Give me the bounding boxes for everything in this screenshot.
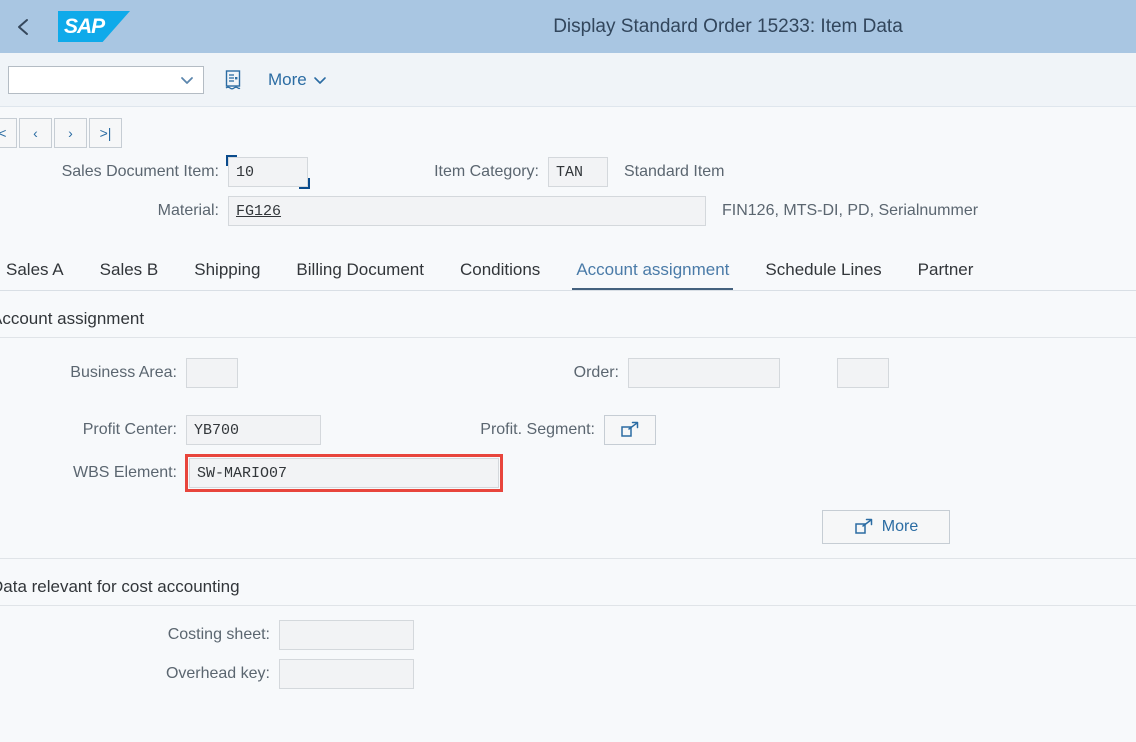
tab-account-assignment[interactable]: Account assignment: [558, 260, 747, 290]
tab-partner[interactable]: Partner: [900, 260, 992, 290]
business-area-row: Business Area: Order:: [0, 358, 1136, 388]
back-button[interactable]: [0, 5, 48, 49]
overhead-key-label: Overhead key:: [165, 665, 270, 682]
document-icon-button[interactable]: [218, 65, 248, 95]
sales-document-item-row: Sales Document Item: 10 Item Category: T…: [0, 155, 1136, 189]
sap-logo-text: SAP: [64, 14, 105, 38]
chevron-down-icon: [181, 76, 193, 84]
business-area-label: Business Area:: [70, 364, 177, 381]
material-input[interactable]: FG126: [228, 196, 706, 226]
wbs-element-label: WBS Element:: [72, 464, 177, 481]
last-record-button[interactable]: >|: [89, 118, 122, 148]
order-label: Order:: [573, 364, 619, 381]
sales-document-item-input[interactable]: 10: [226, 155, 310, 189]
wbs-element-row: WBS Element: SW-MARIO07: [0, 454, 1136, 492]
overhead-key-row: Overhead key:: [0, 659, 1136, 689]
first-record-button[interactable]: |<: [0, 118, 17, 148]
material-row: Material: FG126 FIN126, MTS-DI, PD, Seri…: [0, 196, 1136, 226]
profit-center-row: Profit Center: YB700 Profit. Segment:: [0, 415, 1136, 445]
next-record-button[interactable]: ›: [54, 118, 87, 148]
item-category-description: Standard Item: [624, 163, 725, 180]
document-icon: [225, 69, 241, 89]
tab-sales-b[interactable]: Sales B: [82, 260, 177, 290]
shell-header: SAP Display Standard Order 15233: Item D…: [0, 0, 1136, 53]
record-navigation-bar: |< ‹ › >|: [0, 107, 1136, 151]
tab-sales-a[interactable]: Sales A: [0, 260, 82, 290]
costing-sheet-input[interactable]: [279, 620, 414, 650]
material-link[interactable]: FG126: [236, 203, 281, 220]
chevron-left-icon: [18, 18, 28, 35]
item-category-label: Item Category:: [434, 163, 539, 180]
open-in-new-icon: [855, 518, 873, 534]
order-extra-input[interactable]: [837, 358, 889, 388]
chevron-down-icon: [313, 76, 326, 84]
tab-conditions[interactable]: Conditions: [442, 260, 558, 290]
previous-record-button[interactable]: ‹: [19, 118, 52, 148]
sales-document-item-label: Sales Document Item:: [61, 163, 219, 180]
open-in-new-icon: [621, 421, 639, 437]
cost-accounting-body: Costing sheet: Overhead key:: [0, 606, 1136, 689]
account-assignment-section-title: Account assignment: [0, 309, 145, 328]
order-input[interactable]: [628, 358, 780, 388]
material-description: FIN126, MTS-DI, PD, Serialnummer: [722, 202, 979, 219]
item-category-input[interactable]: TAN: [548, 157, 608, 187]
profit-center-input[interactable]: YB700: [186, 415, 321, 445]
item-header-form: Sales Document Item: 10 Item Category: T…: [0, 151, 1136, 247]
profit-center-label: Profit Center:: [82, 421, 177, 438]
overhead-key-input[interactable]: [279, 659, 414, 689]
profit-segment-button[interactable]: [604, 415, 656, 445]
tab-shipping[interactable]: Shipping: [176, 260, 278, 290]
account-assignment-section: Account assignment Business Area: Order:…: [0, 291, 1136, 544]
more-button-label: More: [881, 518, 919, 535]
wbs-element-highlight: SW-MARIO07: [185, 454, 503, 492]
costing-sheet-row: Costing sheet:: [0, 620, 1136, 650]
application-toolbar: More: [0, 53, 1136, 107]
account-assignment-more-button[interactable]: More: [822, 510, 950, 544]
cost-accounting-section: Data relevant for cost accounting Costin…: [0, 558, 1136, 689]
transaction-select[interactable]: [8, 65, 204, 94]
sap-logo[interactable]: SAP: [58, 11, 130, 42]
toolbar-more-button[interactable]: More: [262, 66, 333, 94]
item-tab-bar: Sales A Sales B Shipping Billing Documen…: [0, 247, 1136, 291]
tab-schedule-lines[interactable]: Schedule Lines: [747, 260, 899, 290]
cost-accounting-section-title: Data relevant for cost accounting: [0, 577, 240, 596]
profit-segment-label: Profit. Segment:: [480, 421, 595, 438]
page-title: Display Standard Order 15233: Item Data: [553, 15, 903, 37]
business-area-input[interactable]: [186, 358, 238, 388]
material-label: Material:: [157, 202, 219, 219]
costing-sheet-label: Costing sheet:: [167, 626, 270, 643]
account-assignment-body: Business Area: Order: Profit Center: YB7…: [0, 338, 1136, 544]
wbs-element-input[interactable]: SW-MARIO07: [189, 458, 499, 488]
tab-billing-document[interactable]: Billing Document: [278, 260, 442, 290]
toolbar-more-label: More: [268, 69, 307, 89]
more-button-row: More: [0, 510, 1136, 544]
